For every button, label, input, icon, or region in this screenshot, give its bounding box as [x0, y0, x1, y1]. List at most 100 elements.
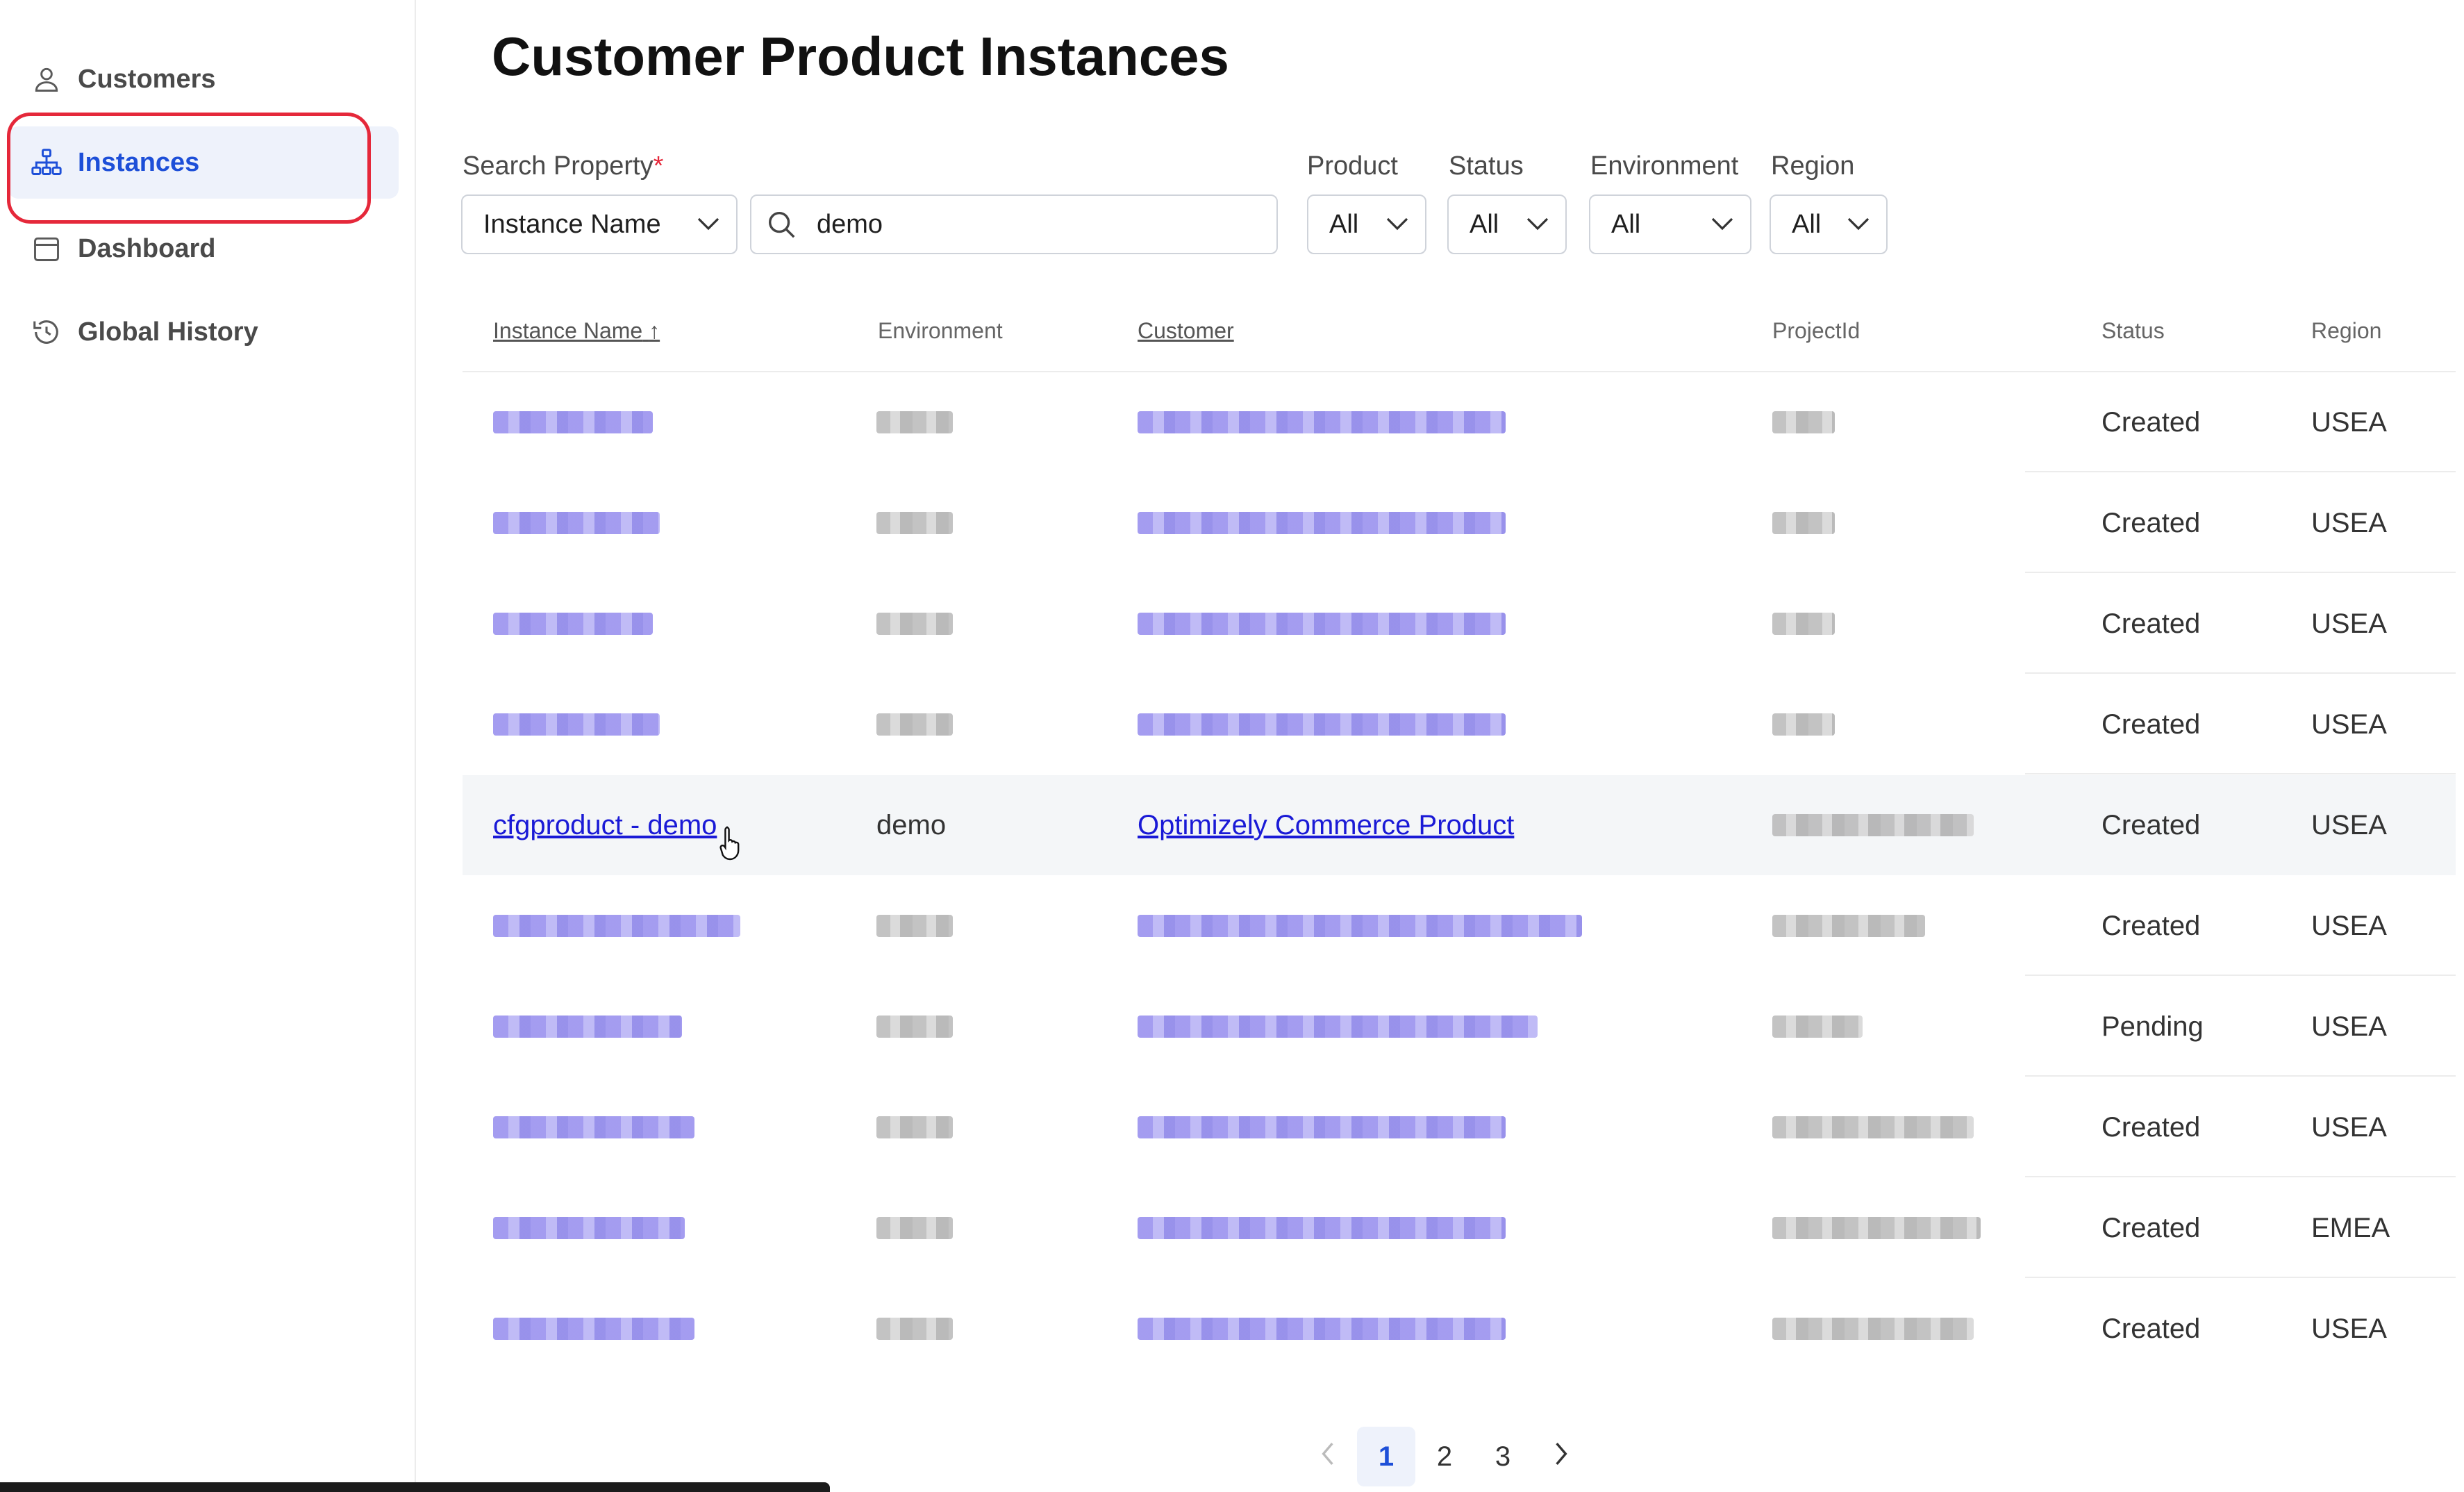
customer-link[interactable] [1138, 1178, 1506, 1278]
table-row[interactable]: Created USEA [463, 1279, 2456, 1379]
redacted-text [493, 512, 660, 534]
instance-name-link[interactable] [493, 977, 682, 1077]
status-cell: Created [2101, 1111, 2201, 1143]
environment-filter-label: Environment [1590, 151, 1739, 181]
pagination: 1 2 3 [1299, 1427, 1590, 1486]
search-property-value: Instance Name [483, 209, 661, 239]
redacted-text [1772, 1016, 1863, 1038]
table-row[interactable]: Created EMEA [463, 1178, 2456, 1278]
region-cell: USEA [2311, 1313, 2387, 1344]
status-cell: Created [2101, 708, 2201, 740]
redacted-text [1138, 512, 1506, 534]
customer-link[interactable] [1138, 372, 1506, 472]
environment-filter-select[interactable]: All [1589, 194, 1751, 254]
redacted-text [876, 1318, 953, 1340]
customer-link[interactable] [1138, 473, 1506, 573]
page-button-3[interactable]: 3 [1474, 1427, 1532, 1486]
page-button-2[interactable]: 2 [1415, 1427, 1474, 1486]
instance-name-link[interactable] [493, 473, 660, 573]
sidebar-item-label: Instances [78, 147, 200, 177]
table-row[interactable]: Created USEA [463, 574, 2456, 674]
table-row[interactable]: Created USEA [463, 674, 2456, 774]
redacted-text [1138, 915, 1582, 937]
instance-name-link[interactable] [493, 1279, 694, 1379]
instance-name-link[interactable]: cfgproduct - demo [493, 775, 717, 875]
sidebar-item-instances[interactable]: Instances [8, 126, 399, 199]
sidebar-item-global-history[interactable]: Global History [8, 296, 399, 368]
redacted-text [1138, 1217, 1506, 1239]
redacted-text [1138, 1116, 1506, 1138]
redacted-text [493, 1016, 682, 1038]
redacted-text [1138, 1318, 1506, 1340]
sidebar: Customers Instances Dashboard Global His… [0, 0, 416, 1492]
column-header-customer[interactable]: Customer [1138, 318, 1234, 344]
table-row[interactable]: cfgproduct - demo demo Optimizely Commerce… [463, 775, 2456, 875]
redacted-text [876, 1116, 953, 1138]
redacted-text [1772, 613, 1835, 635]
page-button-1[interactable]: 1 [1357, 1427, 1415, 1486]
status-filter-select[interactable]: All [1447, 194, 1567, 254]
instance-name-link[interactable] [493, 1077, 694, 1177]
column-header-instance-name[interactable]: Instance Name ↑ [493, 318, 660, 344]
status-cell: Pending [2101, 1011, 2204, 1042]
redacted-text [876, 411, 953, 433]
instance-name-link[interactable] [493, 574, 653, 674]
project-id-cell [1772, 473, 1835, 573]
region-filter-select[interactable]: All [1770, 194, 1888, 254]
previous-page-button[interactable] [1299, 1427, 1357, 1486]
table-row[interactable]: Created USEA [463, 1077, 2456, 1177]
environment-cell [876, 1178, 953, 1278]
sidebar-item-dashboard[interactable]: Dashboard [8, 213, 399, 285]
search-property-select[interactable]: Instance Name [461, 194, 738, 254]
column-header-project-id: ProjectId [1772, 318, 1861, 343]
status-cell: Created [2101, 406, 2201, 438]
redacted-text [876, 613, 953, 635]
search-input[interactable] [807, 208, 1276, 240]
status-cell: Created [2101, 608, 2201, 639]
search-property-label: Search Property* [463, 151, 664, 181]
project-id-cell [1772, 977, 1863, 1077]
product-filter-select[interactable]: All [1307, 194, 1426, 254]
customer-link[interactable] [1138, 1279, 1506, 1379]
customer-link[interactable] [1138, 977, 1538, 1077]
instance-name-link[interactable] [493, 1178, 685, 1278]
redacted-text [1138, 411, 1506, 433]
table-row[interactable]: Created USEA [463, 876, 2456, 976]
customer-link[interactable] [1138, 674, 1506, 774]
instance-name-link[interactable] [493, 876, 740, 976]
status-cell: Created [2101, 910, 2201, 941]
scrollbar[interactable] [0, 1482, 830, 1492]
network-icon [15, 147, 78, 178]
instance-name-link[interactable] [493, 674, 660, 774]
table-row[interactable]: Created USEA [463, 473, 2456, 573]
customer-link[interactable]: Optimizely Commerce Product [1138, 775, 1514, 875]
instance-name-link[interactable] [493, 372, 653, 472]
redacted-text [493, 411, 653, 433]
environment-cell [876, 574, 953, 674]
sidebar-item-label: Global History [78, 317, 258, 347]
chevron-right-icon [1554, 1441, 1569, 1473]
product-filter-value: All [1329, 209, 1359, 239]
environment-cell [876, 473, 953, 573]
sidebar-item-customers[interactable]: Customers [8, 43, 399, 115]
table-row[interactable]: Pending USEA [463, 977, 2456, 1077]
redacted-text [1772, 1217, 1981, 1239]
next-page-button[interactable] [1532, 1427, 1590, 1486]
redacted-text [493, 613, 653, 635]
redacted-text [1772, 713, 1835, 736]
redacted-text [876, 512, 953, 534]
customer-link[interactable] [1138, 876, 1582, 976]
region-cell: EMEA [2311, 1212, 2390, 1243]
environment-cell [876, 876, 953, 976]
table-row[interactable]: Created USEA [463, 372, 2456, 472]
status-cell: Created [2101, 809, 2201, 840]
region-filter-value: All [1792, 209, 1822, 239]
region-filter-label: Region [1771, 151, 1855, 181]
redacted-text [1772, 411, 1835, 433]
customer-link[interactable] [1138, 1077, 1506, 1177]
customer-link[interactable] [1138, 574, 1506, 674]
project-id-cell [1772, 1178, 1981, 1278]
sort-ascending-icon: ↑ [649, 318, 660, 343]
environment-cell: demo [876, 809, 947, 840]
chevron-down-icon [1376, 217, 1425, 231]
